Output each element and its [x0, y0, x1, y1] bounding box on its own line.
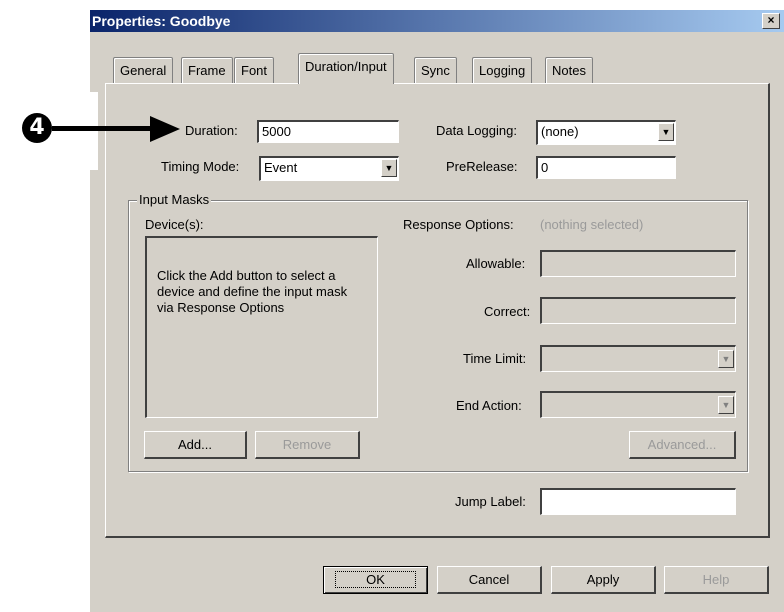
tab-duration-input[interactable]: Duration/Input	[298, 53, 394, 84]
cancel-button-label: Cancel	[468, 572, 510, 587]
timing-mode-select[interactable]: Event ▼	[259, 156, 399, 181]
apply-button-label: Apply	[586, 572, 620, 587]
duration-value: 5000	[262, 124, 291, 139]
tab-label: Frame	[188, 63, 226, 78]
input-masks-label: Input Masks	[137, 192, 212, 207]
add-button-label: Add...	[178, 437, 212, 452]
help-button-label: Help	[702, 572, 730, 587]
jump-label-label: Jump Label:	[455, 494, 526, 509]
devices-label: Device(s):	[145, 217, 204, 232]
allowable-label: Allowable:	[466, 256, 526, 271]
prerelease-value: 0	[541, 160, 549, 175]
advanced-button[interactable]: Advanced...	[629, 431, 736, 459]
tab-label: Duration/Input	[305, 59, 387, 74]
data-logging-select[interactable]: (none) ▼	[536, 120, 676, 145]
devices-hint-text: Click the Add button to select a device …	[157, 268, 348, 315]
tab-label: Notes	[552, 63, 586, 78]
devices-list[interactable]: Click the Add button to select a device …	[145, 236, 378, 418]
tab-font[interactable]: Font	[234, 57, 275, 83]
advanced-button-label: Advanced...	[647, 437, 717, 452]
allowable-input[interactable]	[540, 250, 736, 277]
time-limit-label: Time Limit:	[463, 351, 527, 366]
dropdown-arrow-icon[interactable]: ▼	[718, 396, 734, 414]
end-action-select[interactable]: ▼	[540, 391, 736, 418]
tab-sync[interactable]: Sync	[414, 57, 457, 83]
tab-general[interactable]: General	[113, 57, 174, 83]
timing-mode-label: Timing Mode:	[161, 159, 240, 174]
close-icon: ×	[767, 13, 775, 27]
callout-number-badge: 4	[22, 113, 52, 143]
time-limit-select[interactable]: ▼	[540, 345, 736, 372]
window-title: Properties: Goodbye	[92, 13, 231, 29]
tab-label: Font	[241, 63, 268, 78]
remove-device-button[interactable]: Remove	[255, 431, 360, 459]
data-logging-value: (none)	[541, 124, 579, 139]
dropdown-arrow-icon[interactable]: ▼	[658, 123, 674, 141]
callout-arrow-line	[52, 126, 162, 131]
prerelease-label: PreRelease:	[446, 159, 518, 174]
response-options-status: (nothing selected)	[540, 217, 644, 232]
tab-label: Sync	[421, 63, 450, 78]
dropdown-arrow-icon[interactable]: ▼	[718, 350, 734, 368]
apply-button[interactable]: Apply	[551, 566, 656, 594]
duration-input[interactable]: 5000	[257, 120, 399, 143]
correct-label: Correct:	[484, 304, 531, 319]
close-button[interactable]: ×	[762, 13, 780, 29]
prerelease-input[interactable]: 0	[536, 156, 676, 179]
arrow-right-icon	[150, 116, 180, 142]
jump-label-input[interactable]	[540, 488, 736, 515]
tab-logging[interactable]: Logging	[472, 57, 533, 83]
cancel-button[interactable]: Cancel	[437, 566, 542, 594]
duration-label: Duration:	[185, 123, 238, 138]
timing-mode-value: Event	[264, 160, 298, 175]
help-button[interactable]: Help	[664, 566, 769, 594]
end-action-label: End Action:	[456, 398, 522, 413]
dropdown-arrow-icon[interactable]: ▼	[381, 159, 397, 177]
tab-label: General	[120, 63, 167, 78]
tab-notes[interactable]: Notes	[545, 57, 593, 83]
add-device-button[interactable]: Add...	[144, 431, 247, 459]
ok-button-label: OK	[335, 571, 416, 588]
response-options-label: Response Options:	[403, 217, 514, 232]
tab-label: Logging	[479, 63, 526, 78]
tab-frame[interactable]: Frame	[181, 57, 233, 83]
title-bar: Properties: Goodbye ×	[90, 10, 784, 32]
ok-button[interactable]: OK	[323, 566, 428, 594]
correct-input[interactable]	[540, 297, 736, 324]
data-logging-label: Data Logging:	[436, 123, 517, 138]
remove-button-label: Remove	[282, 437, 332, 452]
